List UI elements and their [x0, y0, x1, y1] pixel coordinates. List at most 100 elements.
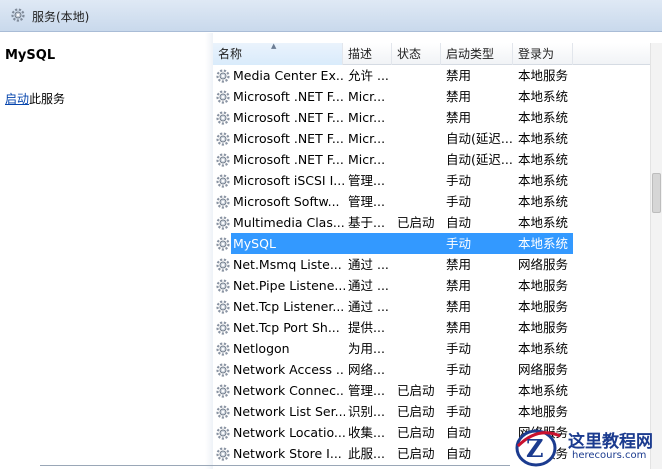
- service-status-cell: [392, 149, 441, 170]
- service-detail-pane: MySQL 启动此服务: [0, 33, 205, 469]
- table-row[interactable]: Net.Pipe Listene... 通过 ... 禁用 本地服务: [213, 275, 662, 296]
- column-header-label: 启动类型: [446, 47, 495, 61]
- watermark-logo-icon: Z: [514, 424, 566, 469]
- service-startup-type-cell: 自动(延迟...: [446, 131, 513, 146]
- service-log-on-as-cell: 本地系统: [518, 89, 569, 104]
- service-description-cell: Micr...: [348, 89, 386, 104]
- service-log-on-as-cell: 网络服务: [518, 362, 569, 377]
- service-log-on-as-cell: 本地服务: [518, 68, 569, 83]
- service-startup-type-cell: 禁用: [446, 89, 472, 104]
- service-description-cell: 网络...: [348, 362, 385, 377]
- service-startup-type-cell: 禁用: [446, 299, 472, 314]
- start-service-suffix: 此服务: [29, 92, 66, 106]
- service-name-cell: Net.Msmq Liste...: [233, 257, 342, 272]
- service-status-cell: 已启动: [397, 215, 435, 230]
- column-header-label: 状态: [397, 47, 422, 61]
- column-header-status[interactable]: 状态: [392, 43, 441, 65]
- service-log-on-as-cell: 本地系统: [518, 383, 569, 398]
- service-log-on-as-cell: 本地系统: [518, 131, 569, 146]
- service-name-cell: Microsoft Softw...: [233, 194, 340, 209]
- gear-services-icon: [10, 7, 26, 23]
- service-status-cell: [392, 296, 441, 317]
- watermark-text: 这里教程网: [568, 432, 653, 452]
- scrollbar-thumb[interactable]: [652, 173, 661, 213]
- table-row[interactable]: Microsoft Softw... 管理... 手动 本地系统: [213, 191, 662, 212]
- list-header: ▲ 名称 描述 状态 启动类型 登录为: [213, 43, 662, 65]
- table-row[interactable]: Network List Ser... 识别... 已启动 手动 本地服务: [213, 401, 662, 422]
- column-header-name[interactable]: ▲ 名称: [213, 43, 343, 65]
- service-description-cell: 通过 ...: [348, 278, 389, 293]
- service-startup-type-cell: 手动: [446, 404, 472, 419]
- service-description-cell: 识别...: [348, 404, 385, 419]
- service-description-cell: Micr...: [348, 152, 386, 167]
- status-divider: [40, 465, 510, 466]
- service-name-cell: MySQL: [233, 236, 276, 251]
- table-row[interactable]: Media Center Ex... 允许 ... 禁用 本地服务: [213, 65, 662, 86]
- service-startup-type-cell: 自动: [446, 425, 472, 440]
- services-list: ▲ 名称 描述 状态 启动类型 登录为 Media Center Ex... 允许…: [213, 43, 662, 469]
- service-status-cell: [392, 170, 441, 191]
- service-name-cell: Media Center Ex...: [233, 68, 345, 83]
- column-header-log-on-as[interactable]: 登录为: [513, 43, 573, 65]
- table-row[interactable]: Microsoft .NET F... Micr... 自动(延迟... 本地系统: [213, 128, 662, 149]
- service-status-cell: [392, 65, 441, 86]
- service-description-cell: 通过 ...: [348, 257, 389, 272]
- service-description-cell: 管理...: [348, 383, 385, 398]
- service-name-cell: Microsoft .NET F...: [233, 89, 344, 104]
- service-status-cell: [392, 128, 441, 149]
- table-row[interactable]: Net.Tcp Listener... 通过 ... 禁用 本地服务: [213, 296, 662, 317]
- table-row[interactable]: Network Access ... 网络... 手动 网络服务: [213, 359, 662, 380]
- start-service-link[interactable]: 启动: [5, 92, 29, 106]
- table-row[interactable]: Network Connec... 管理... 已启动 手动 本地系统: [213, 380, 662, 401]
- window-title: 服务(本地): [32, 10, 90, 24]
- column-header-startup-type[interactable]: 启动类型: [441, 43, 513, 65]
- service-description-cell: 通过 ...: [348, 299, 389, 314]
- sort-ascending-icon: ▲: [271, 43, 277, 50]
- table-row[interactable]: Microsoft .NET F... Micr... 禁用 本地系统: [213, 107, 662, 128]
- service-log-on-as-cell: 本地服务: [518, 320, 569, 335]
- selected-service-name: MySQL: [5, 48, 56, 63]
- service-log-on-as-cell: 本地系统: [518, 236, 569, 251]
- service-name-cell: Network Access ...: [233, 362, 345, 377]
- column-header-label: 登录为: [518, 47, 555, 61]
- service-log-on-as-cell: 本地系统: [518, 215, 569, 230]
- table-row[interactable]: MySQL 手动 本地系统: [213, 233, 662, 254]
- table-row[interactable]: Microsoft iSCSI I... 管理... 手动 本地系统: [213, 170, 662, 191]
- service-status-cell: 已启动: [397, 383, 435, 398]
- start-service-line: 启动此服务: [5, 90, 65, 107]
- service-name-cell: Network List Ser...: [233, 404, 345, 419]
- service-name-cell: Net.Tcp Listener...: [233, 299, 345, 314]
- service-status-cell: [392, 359, 441, 380]
- service-log-on-as-cell: 本地服务: [518, 404, 569, 419]
- service-name-cell: Microsoft .NET F...: [233, 131, 344, 146]
- service-log-on-as-cell: 本地系统: [518, 341, 569, 356]
- service-status-cell: [392, 338, 441, 359]
- service-log-on-as-cell: 本地服务: [518, 299, 569, 314]
- service-startup-type-cell: 禁用: [446, 257, 472, 272]
- service-status-cell: [392, 254, 441, 275]
- service-startup-type-cell: 自动: [446, 215, 472, 230]
- service-status-cell: [392, 275, 441, 296]
- service-startup-type-cell: 手动: [446, 362, 472, 377]
- service-description-cell: 收集...: [348, 425, 385, 440]
- service-status-cell: [392, 191, 441, 212]
- table-row[interactable]: Multimedia Clas... 基于... 已启动 自动 本地系统: [213, 212, 662, 233]
- table-row[interactable]: Net.Tcp Port Sh... 提供... 禁用 本地服务: [213, 317, 662, 338]
- service-startup-type-cell: 手动: [446, 173, 472, 188]
- service-startup-type-cell: 自动: [446, 446, 472, 461]
- vertical-scrollbar[interactable]: [650, 43, 662, 469]
- column-header-label: 描述: [348, 47, 373, 61]
- pane-divider[interactable]: [205, 33, 213, 469]
- service-startup-type-cell: 手动: [446, 383, 472, 398]
- service-startup-type-cell: 手动: [446, 341, 472, 356]
- table-row[interactable]: Microsoft .NET F... Micr... 自动(延迟... 本地系统: [213, 149, 662, 170]
- service-status-cell: 已启动: [397, 446, 435, 461]
- table-row[interactable]: Net.Msmq Liste... 通过 ... 禁用 网络服务: [213, 254, 662, 275]
- service-startup-type-cell: 禁用: [446, 278, 472, 293]
- service-log-on-as-cell: 本地服务: [518, 278, 569, 293]
- title-bar: 服务(本地): [0, 0, 662, 32]
- column-header-description[interactable]: 描述: [343, 43, 392, 65]
- service-status-cell: 已启动: [397, 404, 435, 419]
- table-row[interactable]: Netlogon 为用... 手动 本地系统: [213, 338, 662, 359]
- table-row[interactable]: Microsoft .NET F... Micr... 禁用 本地系统: [213, 86, 662, 107]
